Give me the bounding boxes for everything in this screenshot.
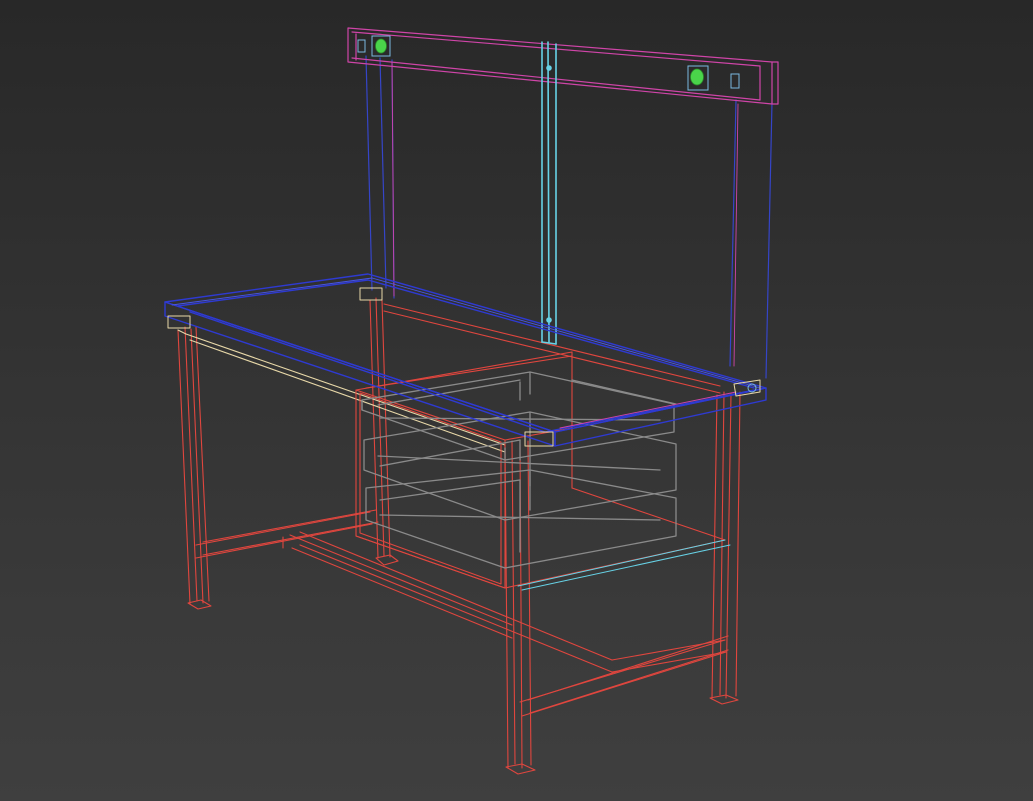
switch-left[interactable] (357, 39, 366, 53)
outlet-left[interactable] (371, 35, 391, 57)
power-rail[interactable] (347, 27, 779, 105)
3d-viewport[interactable] (0, 0, 1033, 801)
drawers[interactable] (361, 371, 677, 569)
outlet-right[interactable] (687, 65, 709, 91)
shelf-edge[interactable] (517, 539, 731, 591)
back-apron[interactable] (383, 303, 721, 394)
leg-front-left[interactable] (177, 326, 212, 610)
back-panel-highlight (391, 61, 739, 367)
wireframe-scene[interactable] (0, 0, 1033, 801)
center-post[interactable] (541, 41, 557, 345)
stretcher-long[interactable] (282, 531, 613, 673)
corner-caps (167, 287, 761, 447)
leg-back-left[interactable] (369, 297, 399, 566)
worktop[interactable] (164, 273, 767, 447)
stretcher-left[interactable] (195, 509, 379, 559)
stretcher-right[interactable] (519, 635, 729, 717)
switch-right[interactable] (730, 73, 740, 89)
workbench-frame[interactable] (177, 297, 741, 775)
back-panel[interactable] (365, 55, 773, 379)
